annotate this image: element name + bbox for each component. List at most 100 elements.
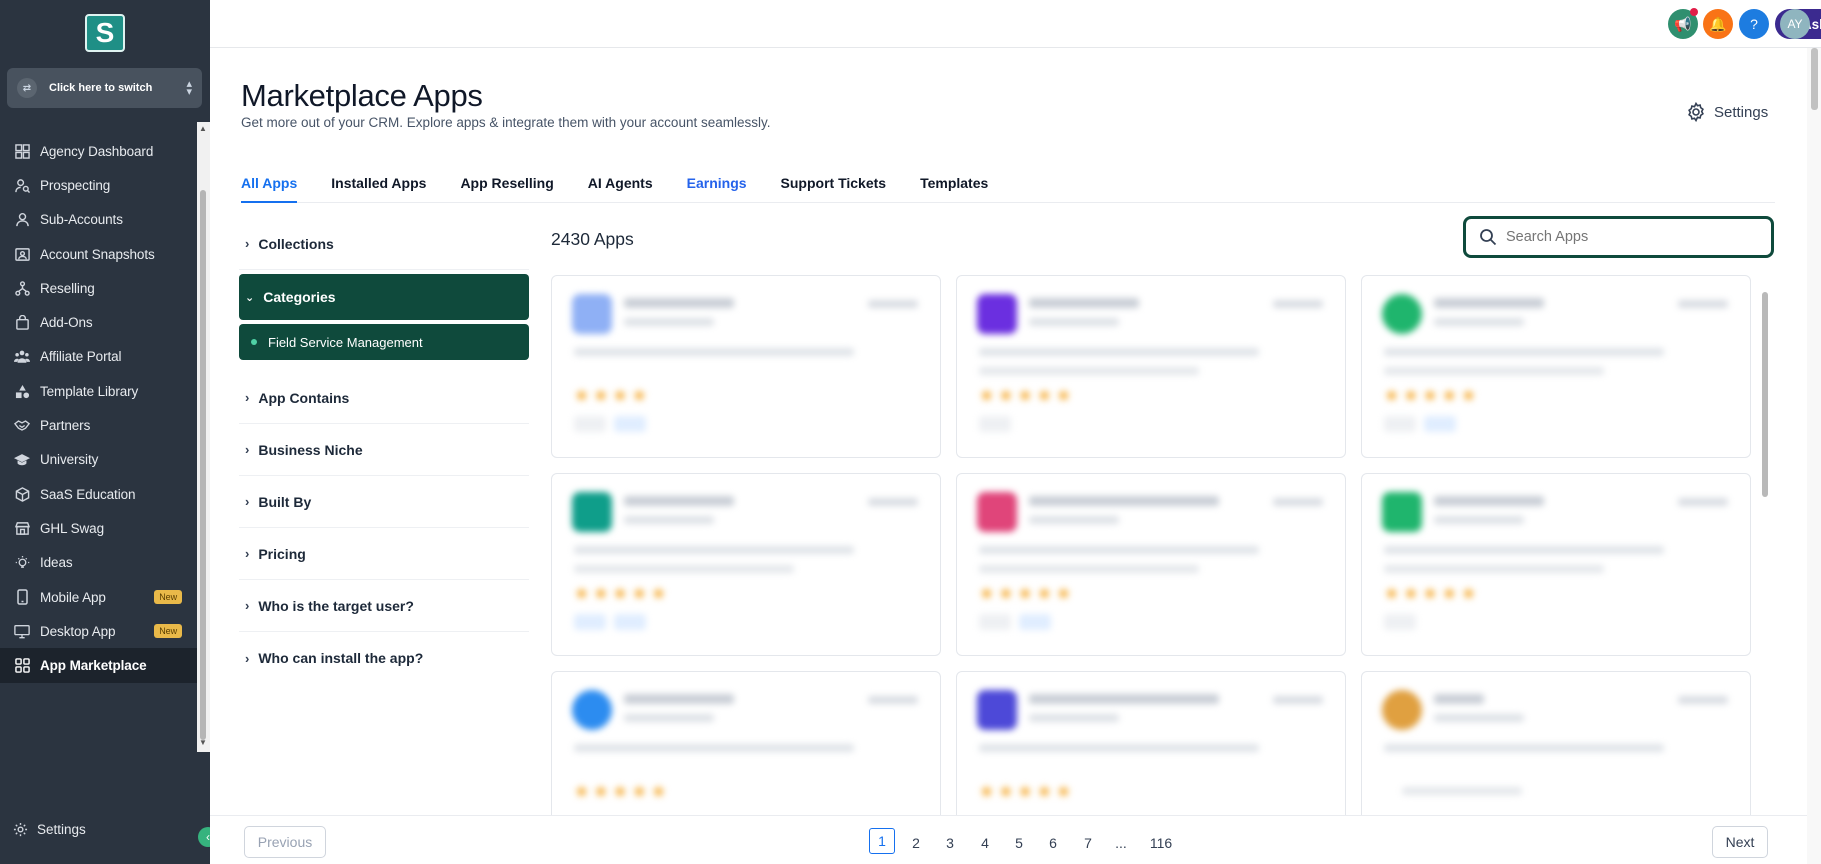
filter-panel: › Collections ⌄ Categories Field Service…	[239, 218, 529, 684]
app-card[interactable]	[1361, 671, 1751, 815]
page-3[interactable]: 3	[937, 830, 963, 856]
page-scrollbar[interactable]	[1807, 48, 1821, 864]
megaphone-icon: 📢	[1674, 15, 1692, 32]
sidebar-item-agency-dashboard[interactable]: Agency Dashboard	[0, 134, 197, 168]
sidebar-item-label: Template Library	[40, 383, 139, 399]
sidebar-item-template-library[interactable]: Template Library	[0, 374, 197, 408]
sidebar-item-add-ons[interactable]: Add-Ons	[0, 305, 197, 339]
app-card[interactable]: ★★★★★	[1361, 473, 1751, 656]
search-input[interactable]	[1506, 229, 1756, 245]
sidebar-item-label: GHL Swag	[40, 520, 104, 536]
filter-app-contains[interactable]: › App Contains	[239, 372, 529, 424]
switcher-label: Click here to switch	[49, 82, 153, 94]
page-116[interactable]: 116	[1143, 830, 1179, 856]
sidebar-item-ghl-swag[interactable]: GHL Swag	[0, 511, 197, 545]
notifications-button[interactable]: 🔔	[1703, 9, 1733, 39]
page-1[interactable]: 1	[869, 828, 895, 854]
sidebar-item-desktop-app[interactable]: Desktop App New	[0, 614, 197, 648]
app-card[interactable]: ★★★★★	[551, 473, 941, 656]
page-7[interactable]: 7	[1075, 830, 1101, 856]
app-logo	[1382, 690, 1422, 730]
sidebar-item-prospecting[interactable]: Prospecting	[0, 168, 197, 202]
filter-label: Built By	[258, 493, 312, 510]
dashboard-icon	[13, 142, 31, 160]
app-card[interactable]: ★★★★	[551, 275, 941, 458]
sidebar-item-app-marketplace[interactable]: App Marketplace	[0, 648, 197, 683]
app-card[interactable]: ★★★★★	[956, 275, 1346, 458]
gear-icon	[1688, 102, 1704, 122]
next-page-button[interactable]: Next	[1712, 826, 1768, 858]
tab-all-apps[interactable]: All Apps	[241, 170, 298, 203]
filter-categories[interactable]: ⌄ Categories	[239, 274, 529, 320]
announcements-button[interactable]: 📢	[1668, 8, 1698, 39]
tab-installed-apps[interactable]: Installed Apps	[331, 170, 426, 203]
apps-scrollbar-thumb[interactable]	[1762, 292, 1768, 497]
page-scrollbar-thumb[interactable]	[1811, 48, 1818, 110]
lightbulb-icon	[13, 554, 31, 572]
sidebar-item-label: Desktop App	[40, 623, 116, 639]
graduation-cap-icon	[13, 451, 31, 469]
search-apps-field[interactable]	[1463, 216, 1774, 258]
help-icon: ?	[1750, 16, 1758, 32]
app-logo	[572, 294, 612, 334]
page-5[interactable]: 5	[1006, 830, 1032, 856]
filter-label: Who is the target user?	[258, 597, 414, 614]
help-button[interactable]: ?	[1739, 9, 1769, 39]
page-ellipsis: ...	[1115, 835, 1127, 851]
tab-support-tickets[interactable]: Support Tickets	[781, 170, 887, 203]
user-avatar[interactable]: AY	[1780, 9, 1810, 39]
page-4[interactable]: 4	[972, 830, 998, 856]
scroll-up-arrow-icon[interactable]: ▲	[199, 124, 207, 133]
filter-who-can-install[interactable]: › Who can install the app?	[239, 632, 529, 684]
filter-business-niche[interactable]: › Business Niche	[239, 424, 529, 476]
sidebar-item-mobile-app[interactable]: Mobile App New	[0, 580, 197, 614]
sidebar-item-label: University	[40, 452, 99, 468]
sidebar-item-settings[interactable]: Settings	[13, 822, 86, 837]
scroll-down-arrow-icon[interactable]: ▼	[199, 738, 207, 747]
app-logo	[977, 492, 1017, 532]
tab-earnings[interactable]: Earnings	[687, 170, 747, 203]
filter-built-by[interactable]: › Built By	[239, 476, 529, 528]
users-icon	[13, 348, 31, 366]
selected-category-chip[interactable]: Field Service Management	[239, 324, 529, 360]
sidebar: S ⇄ Click here to switch ▴ ▾ Agency Dashb…	[0, 0, 218, 864]
chevron-right-icon: ›	[245, 598, 250, 613]
agency-logo[interactable]: S	[85, 14, 125, 52]
filter-collections[interactable]: › Collections	[239, 218, 529, 270]
sidebar-item-label: Partners	[40, 418, 91, 434]
sidebar-item-university[interactable]: University	[0, 443, 197, 477]
tab-app-reselling[interactable]: App Reselling	[460, 170, 553, 203]
sidebar-item-affiliate-portal[interactable]: Affiliate Portal	[0, 340, 197, 374]
sidebar-item-label: Sub-Accounts	[40, 212, 123, 228]
page-title: Marketplace Apps	[241, 78, 483, 113]
filter-label: App Contains	[258, 389, 350, 406]
sidebar-item-saas-education[interactable]: SaaS Education	[0, 477, 197, 511]
sidebar-item-label: SaaS Education	[40, 486, 136, 502]
tab-ai-agents[interactable]: AI Agents	[588, 170, 653, 203]
new-badge: New	[154, 624, 182, 639]
app-logo	[977, 690, 1017, 730]
chevron-right-icon: ›	[245, 236, 250, 251]
previous-page-button[interactable]: Previous	[244, 826, 326, 858]
chevron-right-icon: ›	[245, 442, 250, 457]
sidebar-item-partners[interactable]: Partners	[0, 408, 197, 442]
sidebar-item-account-snapshots[interactable]: Account Snapshots	[0, 237, 197, 271]
page-2[interactable]: 2	[903, 830, 929, 856]
app-card[interactable]: ★★★★★	[956, 473, 1346, 656]
notification-dot	[1690, 8, 1698, 16]
filter-target-user[interactable]: › Who is the target user?	[239, 580, 529, 632]
tab-templates[interactable]: Templates	[920, 170, 988, 203]
marketplace-settings-button[interactable]: Settings	[1686, 102, 1768, 122]
app-card[interactable]: ★★★★★	[1361, 275, 1751, 458]
sidebar-scrollbar-thumb[interactable]	[200, 190, 206, 740]
sidebar-item-ideas[interactable]: Ideas	[0, 546, 197, 580]
filter-pricing[interactable]: › Pricing	[239, 528, 529, 580]
sidebar-item-sub-accounts[interactable]: Sub-Accounts	[0, 203, 197, 237]
settings-label: Settings	[1714, 103, 1769, 121]
page-6[interactable]: 6	[1040, 830, 1066, 856]
account-switcher[interactable]: ⇄ Click here to switch ▴ ▾	[7, 68, 202, 108]
switch-icon: ⇄	[17, 78, 37, 98]
app-card[interactable]: ★★★★★	[956, 671, 1346, 815]
sidebar-item-reselling[interactable]: Reselling	[0, 271, 197, 305]
app-card[interactable]: ★★★★★	[551, 671, 941, 815]
